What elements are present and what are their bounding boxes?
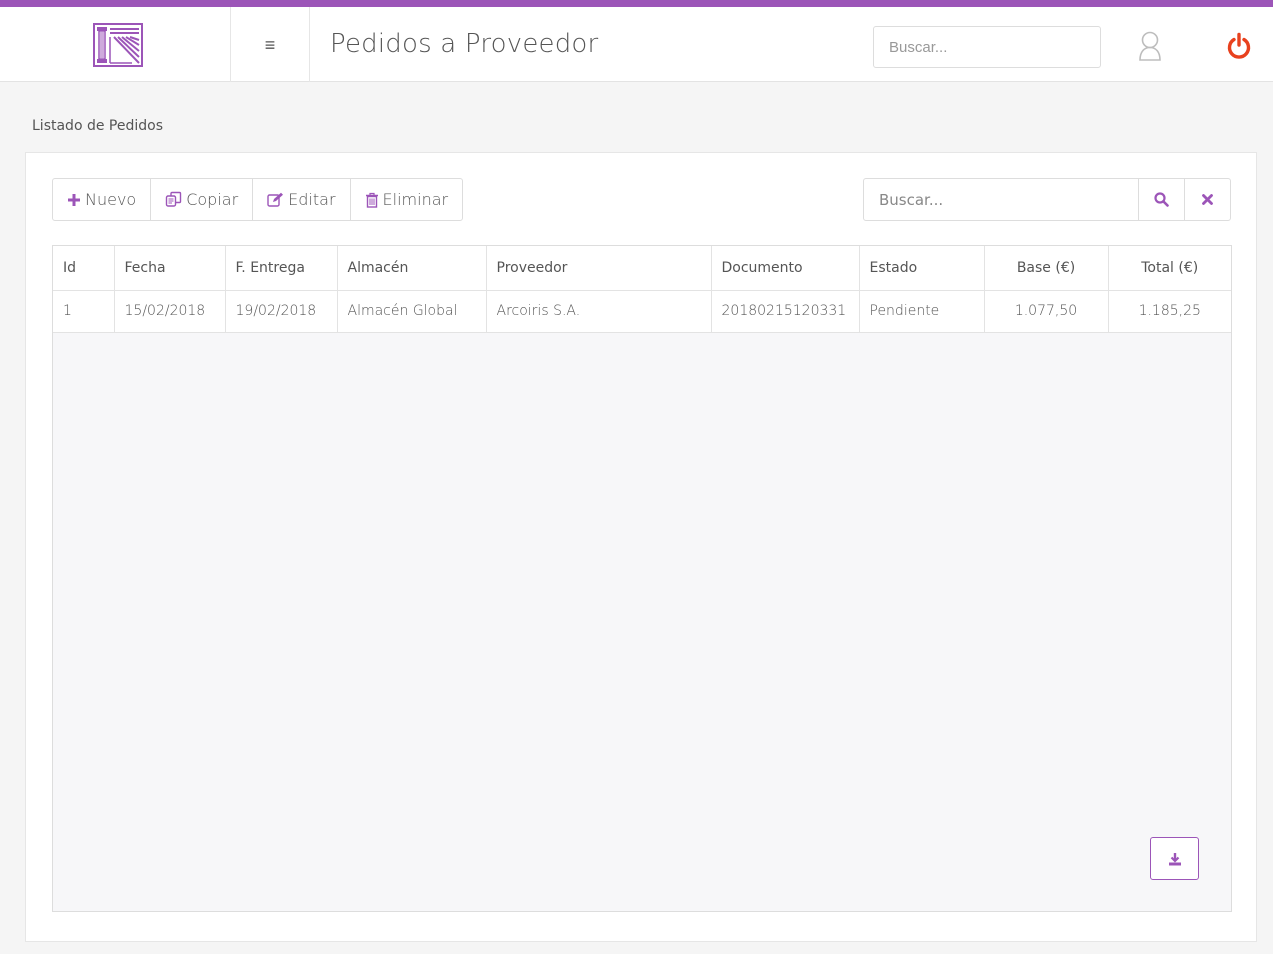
- export-button[interactable]: [1150, 837, 1199, 880]
- top-bar: ≡ Pedidos a Proveedor: [0, 0, 1273, 82]
- table-row[interactable]: 1 15/02/2018 19/02/2018 Almacén Global A…: [53, 290, 1231, 333]
- cell-documento: 20180215120331: [711, 290, 860, 333]
- section-title: Listado de Pedidos: [32, 118, 163, 134]
- column-header-total[interactable]: Total (€): [1108, 246, 1231, 291]
- cell-fecha: 15/02/2018: [114, 290, 226, 333]
- delete-button-label: Eliminar: [382, 190, 449, 209]
- edit-icon: [267, 192, 284, 208]
- power-icon: [1227, 32, 1251, 59]
- close-icon: [1202, 194, 1213, 205]
- orders-panel: Nuevo Copiar Editar Eliminar Buscar... I…: [25, 152, 1257, 942]
- search-icon: [1154, 192, 1169, 207]
- edit-button-label: Editar: [288, 190, 336, 209]
- column-header-f-entrega[interactable]: F. Entrega: [225, 246, 338, 291]
- cell-estado: Pendiente: [859, 290, 985, 333]
- menu-toggle-button[interactable]: ≡: [230, 7, 310, 82]
- copy-icon: [165, 191, 182, 208]
- global-search-input[interactable]: [873, 26, 1101, 68]
- user-button[interactable]: [1133, 29, 1167, 63]
- trash-icon: [365, 192, 379, 208]
- column-header-estado[interactable]: Estado: [859, 246, 985, 291]
- list-search-group: [863, 178, 1231, 221]
- cell-f-entrega: 19/02/2018: [225, 290, 338, 333]
- list-search-input[interactable]: [864, 179, 1138, 220]
- cell-total: 1.185,25: [1108, 290, 1231, 333]
- column-header-id[interactable]: Id: [53, 246, 115, 291]
- user-icon: [1139, 31, 1161, 61]
- columns-logo-icon: [92, 22, 143, 67]
- cell-base: 1.077,50: [984, 290, 1109, 333]
- clear-search-button[interactable]: [1184, 179, 1230, 220]
- column-header-proveedor[interactable]: Proveedor: [486, 246, 712, 291]
- orders-grid: Id Fecha F. Entrega Almacén Proveedor Do…: [52, 245, 1232, 912]
- table-header-row: Id Fecha F. Entrega Almacén Proveedor Do…: [53, 246, 1231, 291]
- orders-table: Id Fecha F. Entrega Almacén Proveedor Do…: [53, 246, 1231, 333]
- column-header-base[interactable]: Base (€): [984, 246, 1109, 291]
- page-title: Pedidos a Proveedor: [330, 29, 599, 59]
- download-icon: [1168, 852, 1181, 865]
- column-header-almacen[interactable]: Almacén: [337, 246, 487, 291]
- search-button[interactable]: [1138, 179, 1184, 220]
- column-header-documento[interactable]: Documento: [711, 246, 860, 291]
- cell-almacen: Almacén Global: [337, 290, 487, 333]
- cell-proveedor: Arcoiris S.A.: [486, 290, 712, 333]
- new-button[interactable]: Nuevo: [53, 179, 152, 220]
- cell-id: 1: [53, 290, 115, 333]
- hamburger-icon: ≡: [264, 34, 276, 55]
- logout-button[interactable]: [1222, 29, 1256, 63]
- copy-button[interactable]: Copiar: [151, 179, 254, 220]
- edit-button[interactable]: Editar: [253, 179, 351, 220]
- column-header-fecha[interactable]: Fecha: [114, 246, 226, 291]
- copy-button-label: Copiar: [186, 190, 239, 209]
- plus-icon: [67, 193, 81, 207]
- delete-button[interactable]: Eliminar: [351, 179, 463, 220]
- new-button-label: Nuevo: [85, 190, 137, 209]
- action-toolbar: Nuevo Copiar Editar Eliminar: [52, 178, 464, 221]
- logo[interactable]: [5, 7, 230, 82]
